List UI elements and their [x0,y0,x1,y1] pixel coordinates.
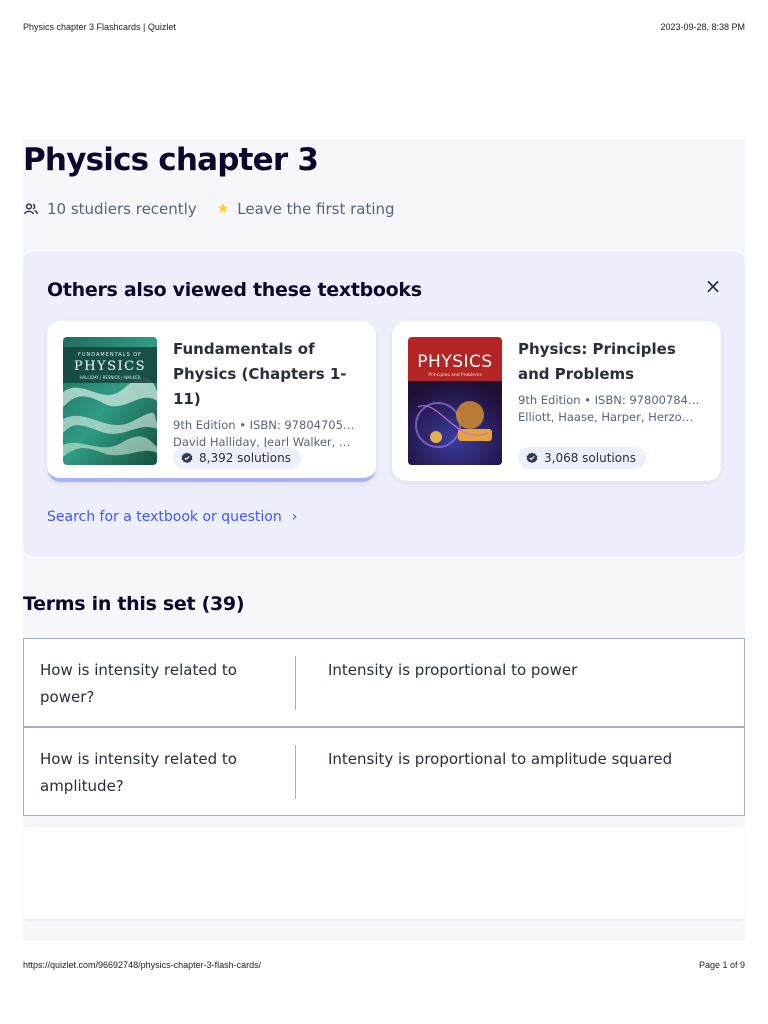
cover-subtitle-text: Principles and Problems [428,372,482,378]
cover-authors-text: HALLIDAY | RESNICK | WALKER [79,375,140,380]
print-datetime: 2023-09-28, 8:38 PM [660,22,745,32]
print-title: Physics chapter 3 Flashcards | Quizlet [23,22,176,32]
textbook-edition: 9th Edition • ISBN: 97804705… [173,418,355,432]
term-row[interactable]: How is intensity related to power? Inten… [23,638,745,727]
solutions-badge: 8,392 solutions [173,447,301,469]
textbook-edition: 9th Edition • ISBN: 97800784… [518,393,700,407]
textbooks-panel-title: Others also viewed these textbooks [47,279,422,301]
verified-icon [526,452,538,464]
rating-link[interactable]: Leave the first rating [237,200,394,218]
term-divider [295,745,296,799]
content-placeholder [23,827,745,919]
textbook-name[interactable]: Fundamentals of Physics (Chapters 1-11) [173,337,363,412]
cover-top-text: FUNDAMENTALS OF [78,352,142,358]
textbook-card[interactable]: FUNDAMENTALS OF PHYSICS HALLIDAY | RESNI… [47,321,376,482]
search-textbook-link[interactable]: Search for a textbook or question › [47,509,297,525]
definition-text: Intensity is proportional to power [328,661,578,679]
solutions-badge: 3,068 solutions [518,447,646,469]
solutions-count: 3,068 solutions [544,451,636,465]
studiers-icon [23,201,39,217]
term-text: How is intensity related to power? [40,661,237,706]
textbook-name[interactable]: Physics: Principles and Problems [518,337,708,387]
solutions-count: 8,392 solutions [199,451,291,465]
textbook-authors: Elliott, Haase, Harper, Herzo… [518,410,694,424]
definition-text: Intensity is proportional to amplitude s… [328,750,673,768]
textbook-info: Fundamentals of Physics (Chapters 1-11) … [173,337,363,449]
terms-heading: Terms in this set (39) [23,593,245,615]
page-title: Physics chapter 3 [23,142,319,178]
textbook-cover: PHYSICS Principles and Problems [408,337,502,465]
search-link-label[interactable]: Search for a textbook or question [47,509,282,525]
verified-icon [181,452,193,464]
term-text: How is intensity related to amplitude? [40,750,237,795]
textbook-info: Physics: Principles and Problems 9th Edi… [518,337,708,424]
cover-title-text: PHYSICS [74,359,146,374]
chevron-right-icon: › [291,509,298,525]
print-page-number: Page 1 of 9 [698,960,745,970]
print-header: Physics chapter 3 Flashcards | Quizlet 2… [23,22,745,34]
cover-title-text: PHYSICS [417,352,492,372]
print-footer: https://quizlet.com/96692748/physics-cha… [23,960,745,972]
textbook-card[interactable]: PHYSICS Principles and Problems Physics:… [392,321,721,481]
star-icon[interactable]: ★ [217,201,230,217]
print-url: https://quizlet.com/96692748/physics-cha… [23,960,262,970]
term-divider [295,656,296,710]
textbooks-panel: Others also viewed these textbooks × FUN… [23,251,745,557]
close-icon[interactable]: × [703,276,723,296]
term-row[interactable]: How is intensity related to amplitude? I… [23,727,745,816]
textbook-cover: FUNDAMENTALS OF PHYSICS HALLIDAY | RESNI… [63,337,157,465]
studiers-count: 10 studiers recently [47,200,197,218]
set-meta: 10 studiers recently ★ Leave the first r… [23,199,395,219]
